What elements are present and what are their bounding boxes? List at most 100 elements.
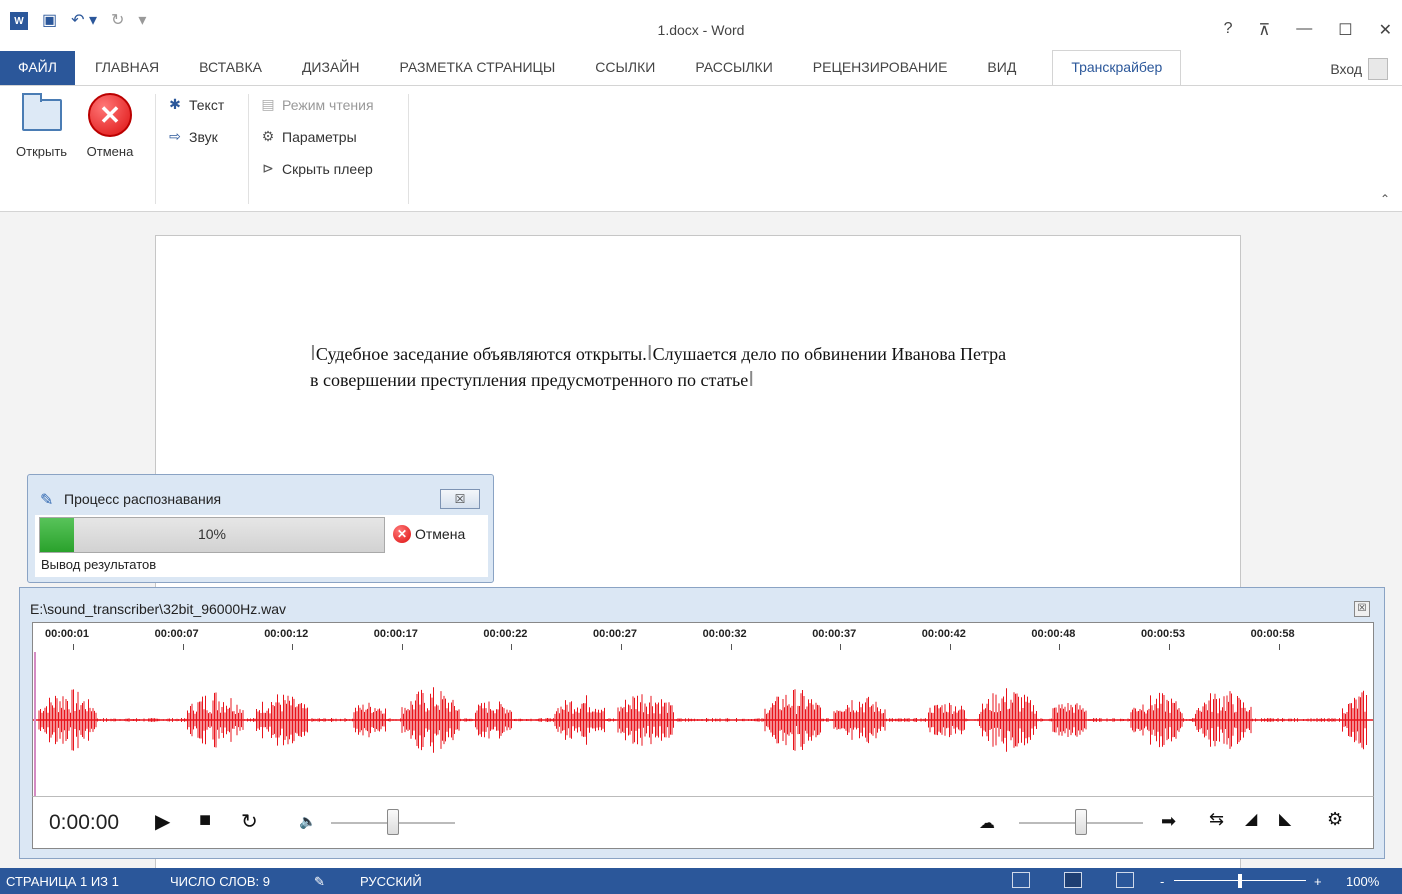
ribbon-separator (248, 94, 249, 204)
tab-design[interactable]: ДИЗАЙН (282, 51, 380, 85)
recognition-close-button[interactable]: ☒ (440, 489, 480, 509)
print-layout-icon[interactable] (1064, 872, 1082, 888)
slow-speed-icon[interactable]: ☁ (979, 813, 995, 833)
timeline-label: 00:00:22 (483, 628, 528, 640)
hide-player-button[interactable]: ⊳ Скрыть плеер (259, 160, 373, 177)
tab-review[interactable]: РЕЦЕНЗИРОВАНИЕ (793, 51, 968, 85)
timeline-label: 00:00:12 (264, 628, 309, 640)
recognition-progress-bar: 10% (39, 517, 385, 553)
tab-view[interactable]: ВИД (967, 51, 1036, 85)
read-mode-icon[interactable] (1012, 872, 1030, 888)
reading-mode-button[interactable]: ▤ Режим чтения (259, 96, 374, 113)
timeline-tick (182, 644, 184, 650)
timeline-ruler[interactable]: 00:00:01 00:00:07 00:00:12 00:00:17 00:00:22… (32, 622, 1374, 652)
avatar[interactable] (1368, 58, 1388, 80)
sign-in[interactable]: Вход (1330, 58, 1388, 80)
zoom-level[interactable]: 100% (1346, 874, 1379, 889)
cancel-icon: ✕ (88, 93, 132, 137)
play-circle-icon: ⊳ (262, 160, 274, 176)
proofing-icon[interactable]: ✎ (314, 874, 325, 890)
title-bar: W ▣ ↶ ▾ ↻ ▾ 1.docx - Word ? ⊼ — ☐ ✕ (0, 0, 1402, 51)
speed-slider-thumb[interactable] (1075, 809, 1087, 835)
waveform[interactable] (32, 652, 1374, 797)
replay-icon[interactable]: ↻ (241, 809, 258, 834)
document-line2: в совершении преступления предусмотренно… (310, 370, 749, 390)
tab-file[interactable]: ФАЙЛ (0, 51, 75, 85)
maximize-button[interactable]: ☐ (1338, 20, 1352, 40)
player-file-path: E:\sound_transcriber\32bit_96000Hz.wav (30, 601, 287, 617)
text-button[interactable]: ✱ Текст (166, 96, 224, 113)
playback-time: 0:00:00 (49, 811, 120, 834)
minimize-button[interactable]: — (1296, 20, 1312, 40)
text-button-label: Текст (189, 96, 225, 113)
open-button-label: Открыть (16, 144, 68, 159)
close-button[interactable]: ✕ (1379, 20, 1392, 40)
document-line1-part1: Судебное заседание объявляются открыты. (315, 344, 647, 364)
collapse-ribbon-icon[interactable]: ⌃ (1380, 192, 1390, 206)
sign-in-label[interactable]: Вход (1330, 61, 1362, 77)
loop-icon[interactable]: ⇆ (1209, 809, 1224, 830)
zoom-in-button[interactable]: + (1314, 874, 1322, 889)
player-controls: 0:00:00 ▶ ■ ↻ 🔈 ☁ ➡ ⇆ ◢ ◣ ⚙ (32, 797, 1374, 849)
tab-mailings[interactable]: РАССЫЛКИ (675, 51, 792, 85)
word-count[interactable]: ЧИСЛО СЛОВ: 9 (170, 874, 270, 889)
tab-transcriber[interactable]: Транскрайбер (1052, 50, 1182, 85)
timeline-tick (73, 644, 74, 650)
ribbon-tabs: ФАЙЛ ГЛАВНАЯ ВСТАВКА ДИЗАЙН РАЗМЕТКА СТР… (0, 50, 1402, 85)
progress-percent: 10% (197, 526, 227, 542)
ribbon: Открыть ✕ Отмена ✱ Текст ⇨ Звук ▤ Режим … (0, 85, 1402, 212)
settings-gear-icon[interactable]: ⚙ (1327, 809, 1343, 830)
fast-speed-icon[interactable]: ➡ (1161, 811, 1176, 832)
open-button[interactable]: Открыть (16, 92, 67, 159)
timeline-label: 00:00:01 (45, 628, 90, 640)
timeline-label: 00:00:32 (702, 628, 747, 640)
mark-start-icon[interactable]: ◢ (1245, 809, 1257, 829)
tab-insert[interactable]: ВСТАВКА (179, 51, 282, 85)
tab-home[interactable]: ГЛАВНАЯ (75, 51, 179, 85)
help-button[interactable]: ? (1224, 20, 1233, 40)
zoom-slider-thumb[interactable] (1238, 874, 1242, 888)
parameters-button[interactable]: ⚙ Параметры (259, 128, 357, 145)
recognition-status: Вывод результатов (41, 557, 157, 572)
play-icon[interactable]: ▶ (155, 809, 170, 834)
timeline-tick (730, 644, 732, 650)
timeline-label: 00:00:58 (1250, 628, 1295, 640)
web-layout-icon[interactable] (1116, 872, 1134, 888)
player-close-button[interactable]: ☒ (1354, 601, 1370, 617)
timeline-label: 00:00:37 (812, 628, 857, 640)
stop-icon[interactable]: ■ (199, 809, 211, 832)
ribbon-separator (408, 94, 409, 204)
document-line1-part2: Слушается дело по обвинении Иванова Петр… (652, 344, 1007, 364)
timeline-tick (1169, 644, 1170, 650)
sound-button-label: Звук (189, 128, 218, 145)
timeline-label: 00:00:27 (593, 628, 638, 640)
volume-icon[interactable]: 🔈 (299, 813, 316, 830)
tab-page-layout[interactable]: РАЗМЕТКА СТРАНИЦЫ (379, 51, 575, 85)
recognition-body: 10% ✕ Отмена Вывод результатов (35, 515, 488, 577)
document-text[interactable]: I Судебное заседание объявляются открыты.… (310, 341, 1180, 393)
parameters-label: Параметры (282, 128, 357, 145)
cancel-button[interactable]: ✕ Отмена (86, 92, 134, 159)
tab-references[interactable]: ССЫЛКИ (575, 51, 675, 85)
waveform-graph (33, 652, 1373, 796)
mark-end-icon[interactable]: ◣ (1279, 809, 1291, 829)
cancel-button-label: Отмена (86, 144, 134, 159)
timeline-label: 00:00:07 (154, 628, 199, 640)
sound-arrow-icon: ⇨ (169, 128, 181, 144)
timeline-tick (840, 644, 842, 650)
page-count[interactable]: СТРАНИЦА 1 ИЗ 1 (6, 874, 119, 889)
language[interactable]: РУССКИЙ (360, 874, 422, 889)
sound-button[interactable]: ⇨ Звук (166, 128, 218, 145)
volume-slider-thumb[interactable] (387, 809, 399, 835)
timeline-tick (401, 644, 403, 650)
timeline-tick (292, 644, 294, 650)
recognition-cancel-button[interactable]: ✕ Отмена (393, 525, 465, 543)
timeline-label: 00:00:53 (1141, 628, 1186, 640)
timeline-label: 00:00:48 (1031, 628, 1076, 640)
ribbon-display-options-button[interactable]: ⊼ (1259, 20, 1271, 40)
reading-mode-label: Режим чтения (282, 96, 374, 113)
zoom-out-button[interactable]: - (1160, 874, 1164, 889)
gear-icon: ⚙ (261, 128, 275, 144)
window-title: 1.docx - Word (657, 22, 745, 38)
timeline-tick (511, 644, 513, 650)
